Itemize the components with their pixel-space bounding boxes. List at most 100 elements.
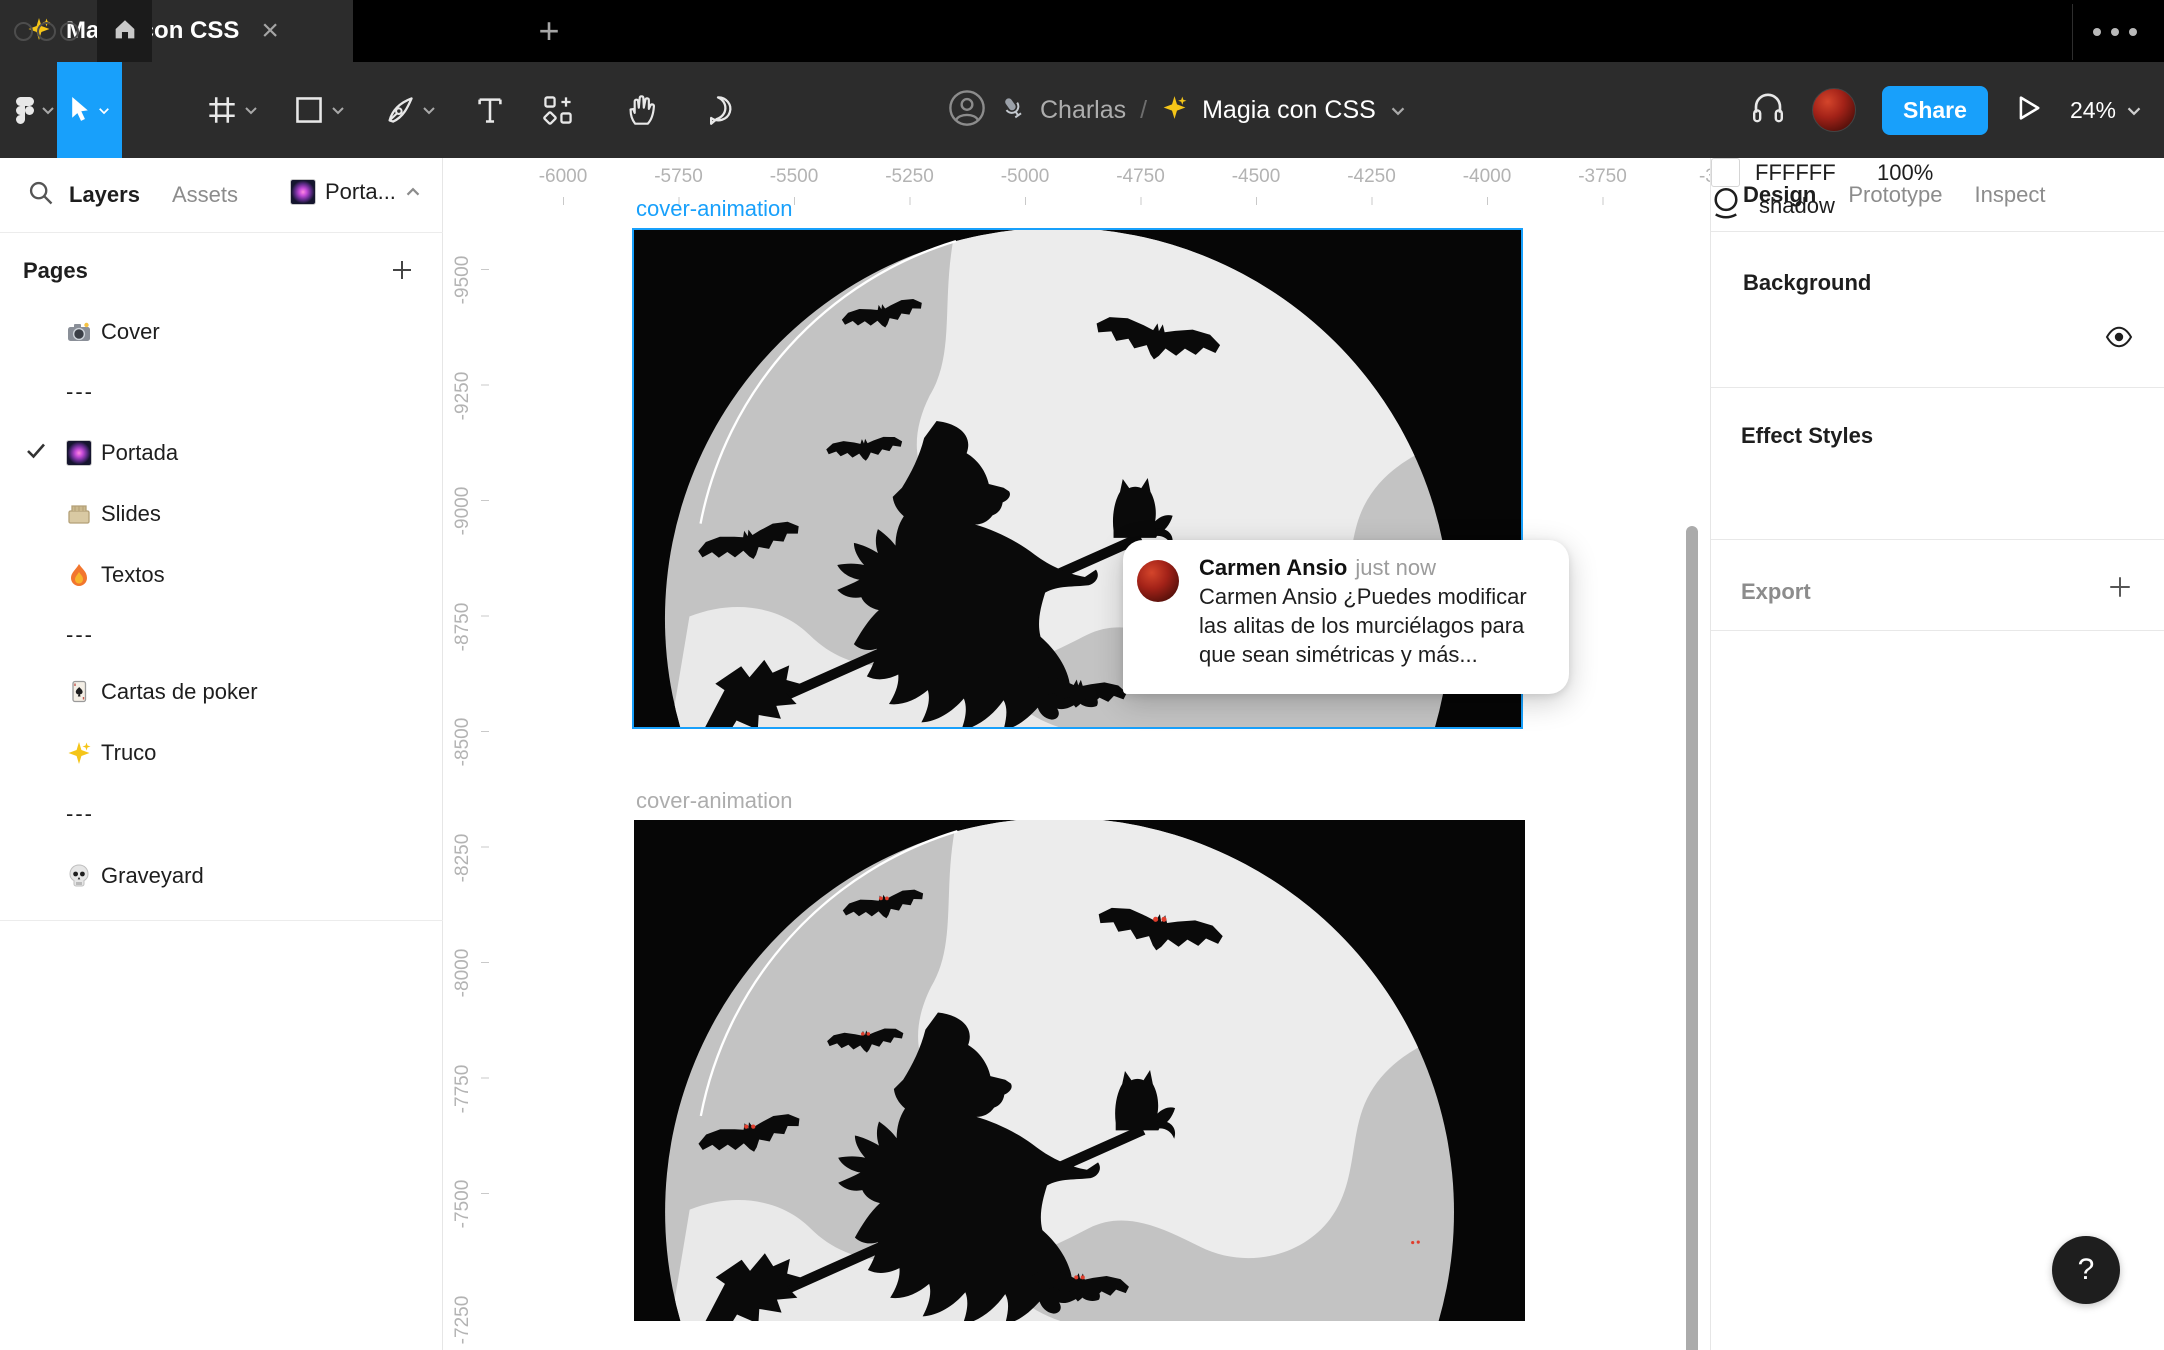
share-button[interactable]: Share	[1882, 86, 1988, 135]
ruler-label: -4750	[1116, 166, 1165, 188]
tab-assets[interactable]: Assets	[172, 182, 238, 208]
comment-thread[interactable]: Carmen Ansiojust now Carmen Ansio ¿Puede…	[1123, 540, 1569, 694]
tab-inspect[interactable]: Inspect	[1975, 182, 2046, 208]
comment-bubble-icon	[702, 94, 734, 126]
ruler-label: -5250	[885, 166, 934, 188]
help-button[interactable]: ?	[2052, 1236, 2120, 1304]
ruler-label: -3750	[1578, 166, 1627, 188]
comment-author-avatar	[1137, 560, 1179, 602]
canvas-viewport[interactable]: -6000-5750-5500-5250-5000-4750-4500-4250…	[443, 158, 1710, 1350]
search-icon[interactable]	[27, 179, 55, 212]
ruler-label: -7500	[452, 1164, 474, 1244]
chevron-down-icon	[2126, 105, 2142, 116]
color-swatch[interactable]	[1711, 158, 1740, 187]
window-menu-button[interactable]	[2093, 0, 2164, 62]
component-tool-button[interactable]	[539, 62, 577, 158]
hand-tool-button[interactable]	[622, 62, 662, 158]
comment-tool-button[interactable]	[698, 62, 738, 158]
vertical-scrollbar[interactable]	[1686, 526, 1698, 1350]
page-row-divider[interactable]: ---	[0, 370, 443, 414]
halloween-witch-artwork-red-eyes	[634, 820, 1525, 1321]
portada-thumbnail-icon	[66, 440, 92, 466]
chevron-down-icon	[244, 105, 258, 115]
window-close-button[interactable]	[14, 22, 33, 41]
component-tool-icon	[542, 94, 574, 126]
text-tool-button[interactable]	[472, 62, 508, 158]
new-tab-button[interactable]: +	[518, 0, 580, 62]
frame-cover-animation-2[interactable]	[634, 820, 1525, 1321]
breadcrumb-team[interactable]: Charlas	[1040, 96, 1126, 125]
ruler-ticks	[481, 205, 489, 1350]
horizontal-ruler: -6000-5750-5500-5250-5000-4750-4500-4250…	[443, 158, 1710, 205]
window-zoom-button[interactable]	[60, 22, 79, 41]
move-cursor-icon	[69, 97, 91, 123]
effect-styles-section-title: Effect Styles	[1741, 423, 1873, 449]
file-tab-title: Magia con CSS	[66, 17, 239, 45]
audio-headphones-icon[interactable]	[1750, 90, 1786, 131]
page-row-slides[interactable]: Slides	[0, 492, 443, 536]
frame-title-selected[interactable]: cover-animation	[636, 196, 793, 222]
sparkles-icon	[1161, 94, 1188, 126]
skull-emoji-icon	[66, 863, 92, 889]
tab-prototype[interactable]: Prototype	[1848, 182, 1942, 208]
add-export-icon[interactable]	[2107, 574, 2133, 605]
page-row-divider[interactable]: ---	[0, 792, 443, 836]
ruler-label: -8250	[452, 818, 474, 898]
home-icon	[111, 15, 139, 48]
rectangle-tool-icon	[294, 95, 324, 125]
window-minimize-button[interactable]	[37, 22, 56, 41]
chevron-down-icon[interactable]	[1390, 105, 1406, 116]
panel-tabs: Design Prototype Inspect	[1743, 158, 2045, 232]
toolbar-right-cluster: Share 24%	[1750, 62, 2142, 158]
pen-tool-button[interactable]	[372, 62, 448, 158]
tabbar-separator	[2072, 4, 2073, 60]
ruler-label: -4000	[1463, 166, 1512, 188]
tab-design[interactable]: Design	[1743, 182, 1816, 208]
move-tool-button[interactable]	[57, 62, 122, 158]
page-row-truco[interactable]: Truco	[0, 731, 443, 775]
present-play-icon[interactable]	[2014, 93, 2044, 128]
ruler-label: -9500	[452, 240, 474, 320]
text-tool-icon	[475, 95, 505, 125]
page-switcher[interactable]: Porta...	[290, 179, 421, 205]
portada-thumbnail-icon	[290, 179, 316, 205]
hand-tool-icon	[626, 94, 658, 126]
background-section-title: Background	[1743, 270, 1871, 296]
divider	[0, 232, 443, 233]
page-row-cover[interactable]: Cover	[0, 310, 443, 354]
more-dots-icon	[2093, 28, 2101, 36]
visibility-eye-icon[interactable]	[2105, 326, 2133, 353]
page-row-cartas[interactable]: Cartas de poker	[0, 670, 443, 714]
frame-title[interactable]: cover-animation	[636, 788, 793, 814]
divider	[1711, 539, 2164, 540]
breadcrumb: Charlas / Magia con CSS	[948, 62, 1406, 158]
add-page-icon[interactable]	[390, 258, 414, 287]
chevron-down-icon	[422, 105, 436, 115]
tab-layers[interactable]: Layers	[69, 182, 140, 208]
checkmark-icon	[26, 442, 46, 464]
ruler-label: -8750	[452, 587, 474, 667]
fire-emoji-icon	[66, 562, 92, 588]
page-row-textos[interactable]: Textos	[0, 553, 443, 597]
ruler-label: -350	[1699, 166, 1710, 188]
chevron-up-icon	[405, 187, 421, 198]
comment-timestamp: just now	[1355, 555, 1436, 580]
vertical-ruler: -9500-9250-9000-8750-8500-8250-8000-7750…	[443, 205, 495, 1350]
anonymous-avatar-icon[interactable]	[948, 89, 986, 132]
page-row-portada[interactable]: Portada	[0, 431, 443, 475]
page-row-divider[interactable]: ---	[0, 613, 443, 657]
pages-section-title: Pages	[23, 258, 88, 284]
ruler-label: -9250	[452, 356, 474, 436]
user-avatar[interactable]	[1812, 88, 1856, 132]
tab-close-icon[interactable]: ×	[261, 16, 279, 46]
divider	[1711, 630, 2164, 631]
effect-style-icon	[1711, 187, 1741, 224]
home-button[interactable]	[97, 0, 152, 62]
frame-tool-button[interactable]	[196, 62, 268, 158]
breadcrumb-file[interactable]: Magia con CSS	[1202, 96, 1376, 125]
shape-tool-button[interactable]	[282, 62, 356, 158]
page-row-graveyard[interactable]: Graveyard	[0, 854, 443, 898]
ruler-label: -4500	[1232, 166, 1281, 188]
zoom-control[interactable]: 24%	[2070, 97, 2142, 124]
divider	[1711, 231, 2164, 232]
